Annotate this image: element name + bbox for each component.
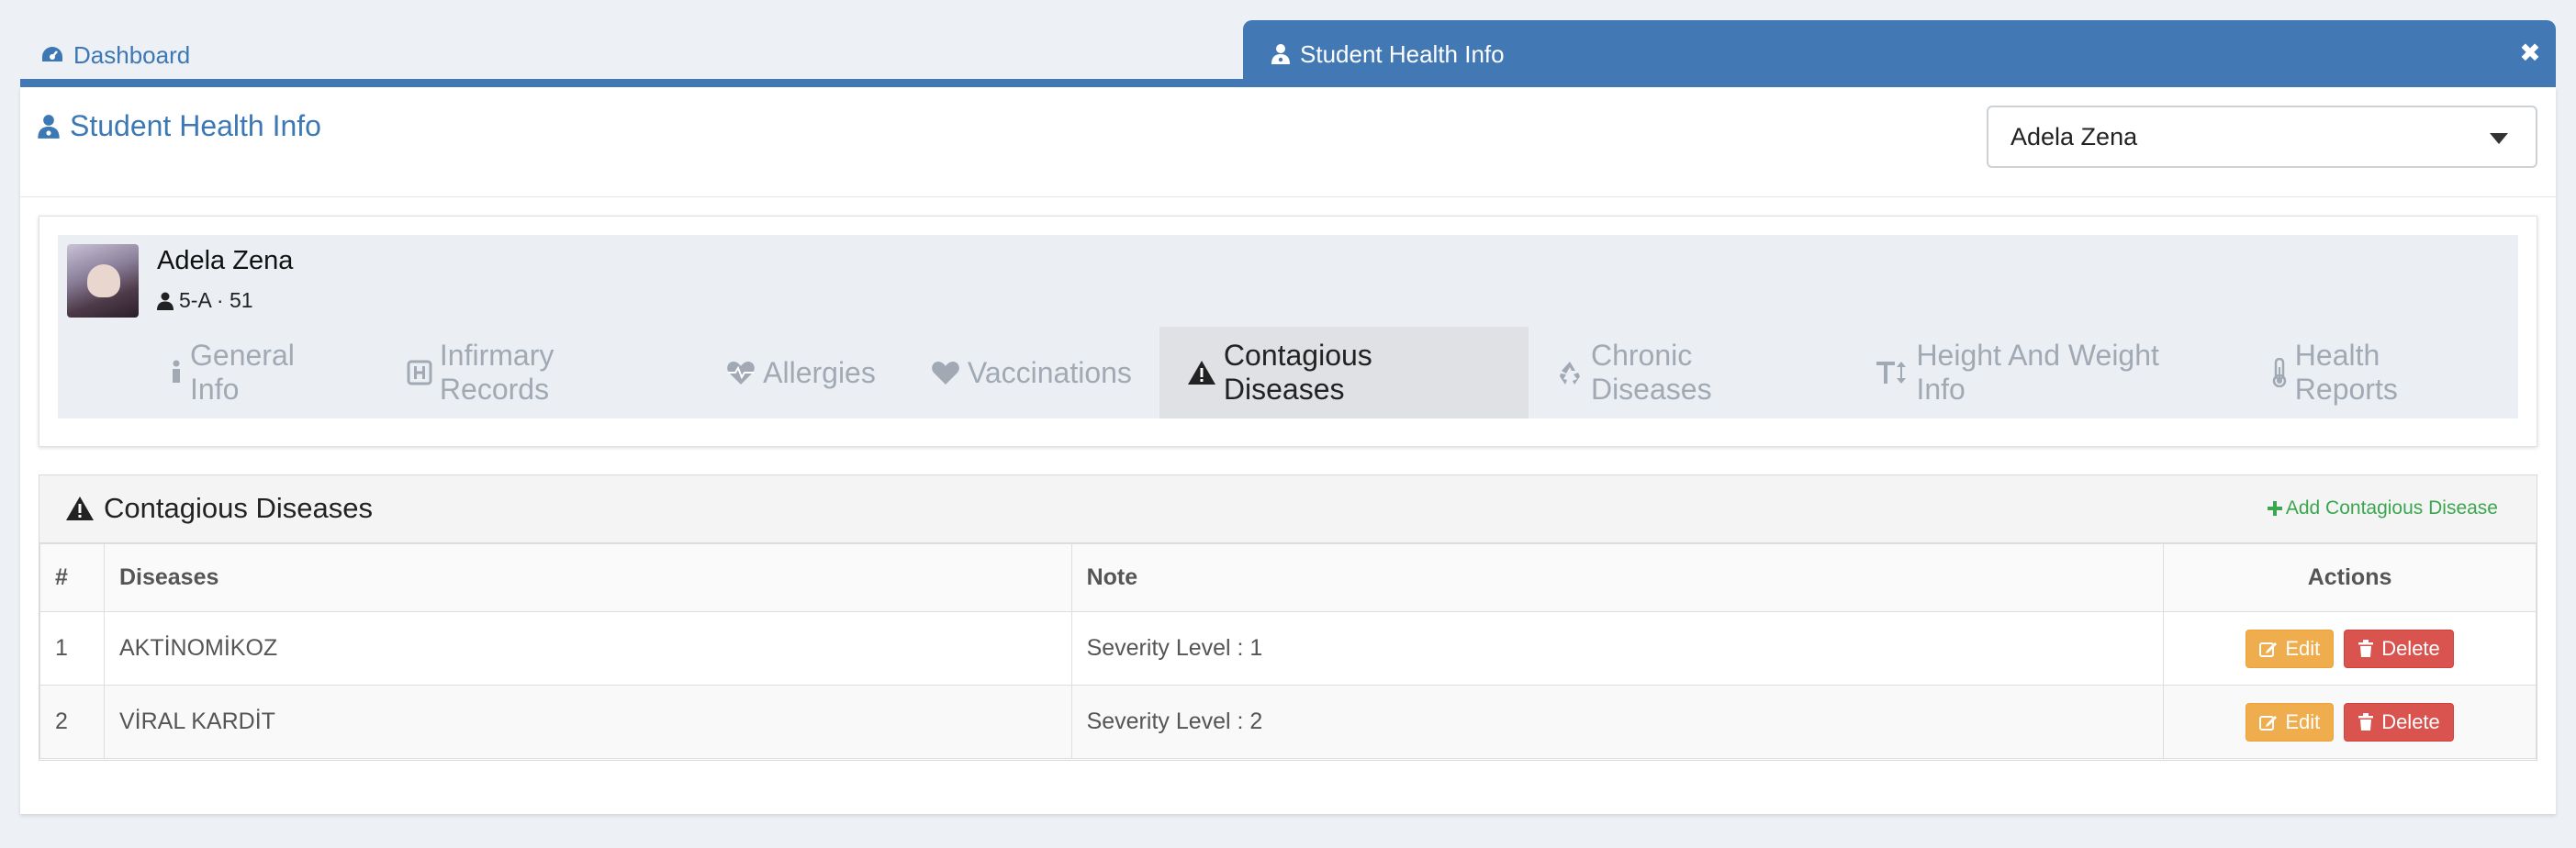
dashboard-icon: [42, 47, 62, 61]
edit-button[interactable]: Edit: [2246, 702, 2335, 742]
caret-down-icon: [2490, 133, 2508, 144]
edit-button[interactable]: Edit: [2246, 629, 2335, 668]
tab-height-weight-info[interactable]: Height And Weight Info: [1848, 327, 2243, 418]
page-title: Student Health Info: [37, 109, 321, 143]
user-md-icon: [1271, 44, 1290, 64]
plus-icon: [2267, 501, 2282, 516]
row-disease: VİRAL KARDİT: [103, 685, 1072, 759]
contagious-diseases-box: Contagious Diseases Add Contagious Disea…: [39, 474, 2537, 761]
student-card: Adela Zena 5-A · 51 General Info Infirma…: [39, 216, 2537, 447]
row-number: 2: [39, 685, 105, 759]
row-note: Severity Level : 2: [1070, 685, 2165, 759]
trash-icon: [2358, 639, 2374, 657]
tab-student-health-info[interactable]: Student Health Info ✖: [1243, 20, 2556, 88]
close-tab-icon[interactable]: ✖: [2517, 40, 2543, 66]
thermometer-icon: [2272, 358, 2287, 387]
tab-general-info-label: General Info: [190, 339, 295, 406]
delete-button[interactable]: Delete: [2344, 702, 2454, 742]
edit-button-label: Edit: [2285, 636, 2321, 660]
tab-bar: Dashboard Student Health Info ✖: [20, 20, 2556, 88]
user-icon: [157, 292, 174, 310]
main-panel: Student Health Info Adela Zena Adela Zen…: [20, 87, 2556, 814]
tab-health-reports-label: Health Reports: [2294, 339, 2398, 406]
tab-vaccinations[interactable]: Vaccinations: [903, 327, 1159, 418]
warning-icon: [66, 497, 94, 520]
warning-icon: [1187, 361, 1215, 385]
tab-infirmary-records[interactable]: Infirmary Records: [379, 327, 699, 418]
table-row: 2 VİRAL KARDİT Severity Level : 2 Edit D…: [39, 685, 2537, 759]
text-height-icon: [1876, 362, 1907, 384]
table-row: 1 AKTİNOMİKOZ Severity Level : 1 Edit De…: [39, 611, 2537, 686]
box-header: Contagious Diseases Add Contagious Disea…: [39, 475, 2537, 543]
row-disease: AKTİNOMİKOZ: [103, 611, 1072, 686]
recycle-icon: [1559, 362, 1580, 385]
diseases-table: # Diseases Note Actions 1 AKTİNOMİKOZ Se…: [39, 543, 2537, 759]
student-select-value: Adela Zena: [2010, 122, 2138, 151]
column-header-number: #: [39, 543, 105, 612]
delete-button-label: Delete: [2381, 636, 2440, 660]
heart-icon: [932, 362, 959, 385]
tab-dashboard[interactable]: Dashboard: [40, 37, 190, 73]
row-number: 1: [39, 611, 105, 686]
add-contagious-disease-label: Add Contagious Disease: [2285, 497, 2498, 519]
column-header-diseases: Diseases: [103, 543, 1072, 612]
page-title-text: Student Health Info: [70, 109, 321, 142]
tab-allergies[interactable]: Allergies: [699, 327, 903, 418]
heartbeat-icon: [727, 362, 755, 385]
row-actions: Edit Delete: [2163, 685, 2537, 759]
box-title-text: Contagious Diseases: [104, 492, 373, 524]
row-actions: Edit Delete: [2163, 611, 2537, 686]
info-icon: [173, 360, 180, 383]
tab-allergies-label: Allergies: [763, 355, 876, 389]
delete-button[interactable]: Delete: [2344, 629, 2454, 668]
student-card-inner: Adela Zena 5-A · 51 General Info Infirma…: [58, 235, 2518, 418]
column-header-note: Note: [1070, 543, 2165, 612]
tab-student-health-info-label: Student Health Info: [1300, 39, 1505, 68]
box-title: Contagious Diseases: [65, 492, 373, 525]
tab-chronic-diseases-label: Chronic Diseases: [1590, 339, 1712, 406]
tab-health-reports[interactable]: Health Reports: [2244, 327, 2518, 418]
panel-header: Student Health Info Adela Zena: [20, 87, 2556, 197]
table-header-row: # Diseases Note Actions: [39, 543, 2537, 612]
tab-contagious-diseases[interactable]: Contagious Diseases: [1159, 327, 1529, 418]
edit-icon: [2259, 642, 2278, 657]
avatar: [67, 244, 139, 318]
hospital-icon: [407, 360, 432, 385]
student-name: Adela Zena: [157, 246, 294, 275]
edit-icon: [2259, 715, 2278, 731]
user-md-icon: [38, 114, 60, 139]
column-header-actions: Actions: [2163, 543, 2537, 612]
add-contagious-disease-button[interactable]: Add Contagious Disease: [2267, 497, 2498, 519]
student-select[interactable]: Adela Zena: [1987, 106, 2537, 168]
tab-general-info[interactable]: General Info: [142, 327, 379, 418]
student-class-number: 5-A · 51: [179, 288, 253, 312]
tab-vaccinations-label: Vaccinations: [967, 355, 1132, 389]
row-note: Severity Level : 1: [1070, 611, 2165, 686]
tab-height-weight-info-label: Height And Weight Info: [1916, 339, 2159, 406]
tab-underline: [20, 79, 2556, 87]
student-meta: 5-A · 51: [157, 288, 253, 313]
trash-icon: [2358, 712, 2374, 731]
edit-button-label: Edit: [2285, 709, 2321, 733]
tab-contagious-diseases-label: Contagious Diseases: [1223, 339, 1372, 406]
tab-dashboard-label: Dashboard: [73, 40, 191, 69]
delete-button-label: Delete: [2381, 709, 2440, 733]
health-nav: General Info Infirmary Records Allergies…: [142, 327, 2518, 418]
tab-chronic-diseases[interactable]: Chronic Diseases: [1529, 327, 1848, 418]
tab-infirmary-records-label: Infirmary Records: [439, 339, 554, 406]
